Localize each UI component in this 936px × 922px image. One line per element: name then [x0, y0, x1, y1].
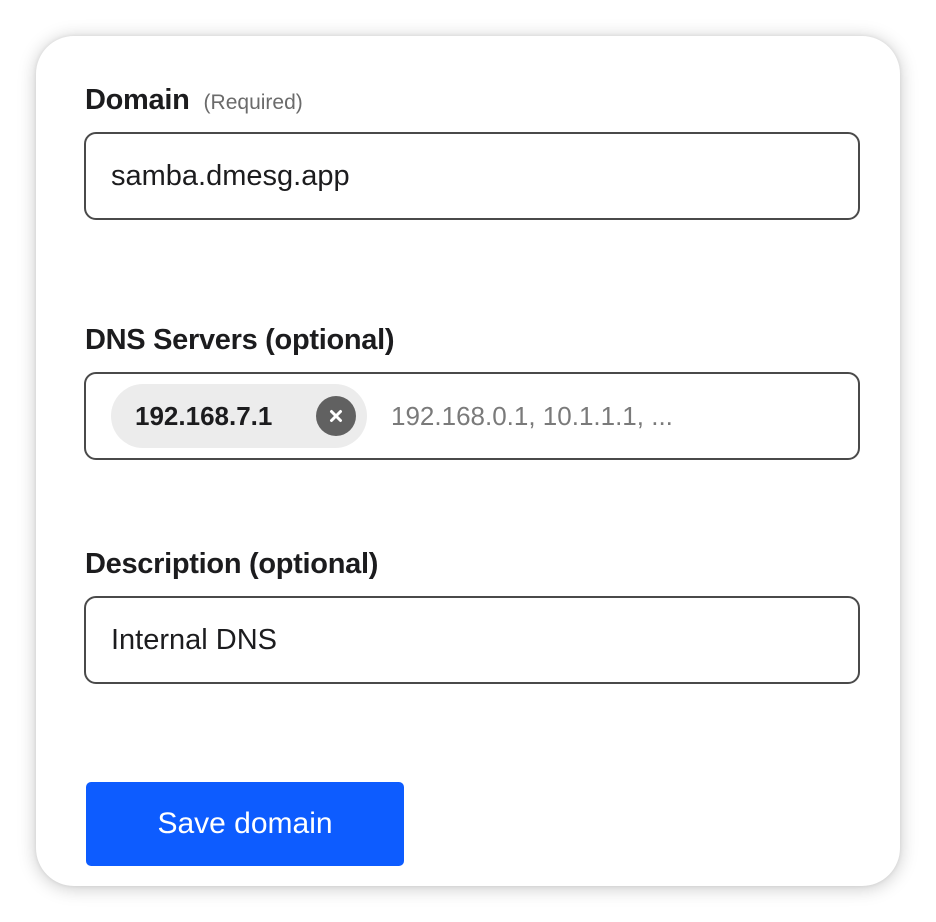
- dns-server-tag: 192.168.7.1: [111, 384, 367, 448]
- save-domain-button[interactable]: Save domain: [86, 782, 404, 866]
- close-icon-glyph: [330, 410, 342, 422]
- dns-servers-input[interactable]: 192.168.0.1, 10.1.1.1, ...: [391, 374, 673, 458]
- close-icon[interactable]: [316, 396, 356, 436]
- required-hint: (Required): [203, 91, 303, 114]
- description-label: Description (optional): [85, 548, 379, 580]
- description-field[interactable]: Internal DNS: [84, 596, 860, 684]
- domain-label: Domain: [85, 84, 190, 116]
- dns-servers-field[interactable]: 192.168.7.1 192.168.0.1, 10.1.1.1, ...: [84, 372, 860, 460]
- domain-label-row: Domain (Required): [85, 84, 303, 117]
- description-input-value[interactable]: Internal DNS: [111, 598, 277, 682]
- domain-field[interactable]: samba.dmesg.app: [84, 132, 860, 220]
- dns-server-tag-label: 192.168.7.1: [135, 401, 273, 431]
- dns-servers-label: DNS Servers (optional): [85, 324, 395, 356]
- domain-input-value[interactable]: samba.dmesg.app: [111, 134, 350, 218]
